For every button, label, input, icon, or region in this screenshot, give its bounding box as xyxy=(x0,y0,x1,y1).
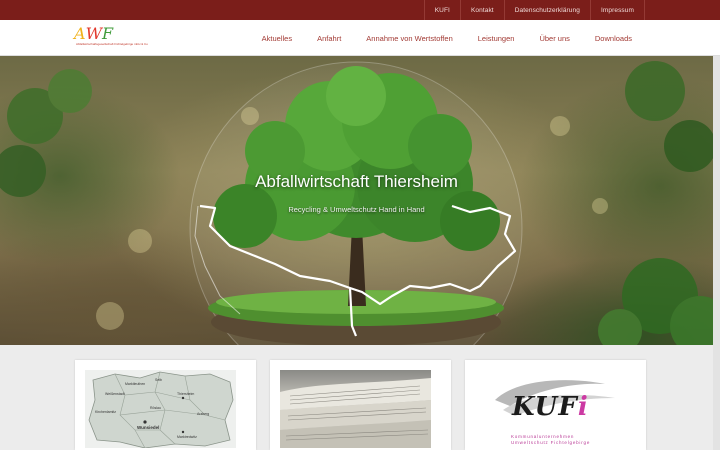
utility-link-label: Impressum xyxy=(600,6,634,14)
utility-link-label: Datenschutzerklärung xyxy=(514,6,580,14)
main-nav: Aktuelles Anfahrt Annahme von Wertstoffe… xyxy=(262,20,632,56)
kufi-card[interactable]: KUFi Kommunalunternehmen Umweltschutz Fi… xyxy=(465,360,646,450)
map-label: Kirchenlamitz xyxy=(95,410,117,414)
utility-link-datenschutz[interactable]: Datenschutzerklärung xyxy=(505,0,591,20)
hero-image xyxy=(0,61,713,345)
region-map-image[interactable]: Weißenstadt Selb Marktleuthen Thiersheim… xyxy=(85,370,236,448)
kufi-letter-i: i xyxy=(577,392,589,422)
map-label: Thiersheim xyxy=(177,392,195,396)
kufi-logo[interactable]: KUFi Kommunalunternehmen Umweltschutz Fi… xyxy=(475,370,626,448)
nav-item-ueber-uns[interactable]: Über uns xyxy=(539,34,569,43)
map-label: Marktleuthen xyxy=(125,382,146,386)
hero-banner: Abfallwirtschaft Thiersheim Recycling & … xyxy=(0,56,713,345)
news-card[interactable] xyxy=(270,360,451,450)
kufi-line-2: Umweltschutz Fichtelgebirge xyxy=(511,440,591,445)
utility-links: KUFI Kontakt Datenschutzerklärung Impres… xyxy=(423,0,645,20)
logo-letter-w: W xyxy=(85,24,103,43)
utility-link-kontakt[interactable]: Kontakt xyxy=(461,0,505,20)
nav-item-annahme[interactable]: Annahme von Wertstoffen xyxy=(366,34,452,43)
kufi-letters: KUF xyxy=(512,392,578,422)
hero-title: Abfallwirtschaft Thiersheim xyxy=(255,172,458,191)
nav-item-leistungen[interactable]: Leistungen xyxy=(478,34,515,43)
nav-item-aktuelles[interactable]: Aktuelles xyxy=(262,34,292,43)
map-label: Selb xyxy=(155,378,163,382)
awf-logo[interactable]: A W F Abfallwirtschaftsgesellschaft Fich… xyxy=(74,23,148,53)
utility-link-label: Kontakt xyxy=(470,6,494,14)
logo-letter-f: F xyxy=(102,24,114,43)
right-gutter xyxy=(713,56,720,450)
utility-link-kufi[interactable]: KUFI xyxy=(425,0,461,20)
kufi-line-1: Kommunalunternehmen xyxy=(511,434,575,439)
newspaper-image[interactable] xyxy=(280,370,431,448)
map-label: Arzberg xyxy=(197,412,210,416)
utility-link-label: KUFI xyxy=(434,6,450,14)
logo-tagline: Abfallwirtschaftsgesellschaft Fichtelgeb… xyxy=(76,42,148,46)
map-label: Wunsiedel xyxy=(137,425,160,430)
logo-letter-a: A xyxy=(74,24,86,43)
map-label: Marktredwitz xyxy=(177,435,197,439)
hero-subtitle: Recycling & Umweltschutz Hand in Hand xyxy=(288,205,425,214)
kufi-wordmark: KUFi xyxy=(512,392,589,422)
map-card[interactable]: Weißenstadt Selb Marktleuthen Thiersheim… xyxy=(75,360,256,450)
utility-link-impressum[interactable]: Impressum xyxy=(591,0,645,20)
newspaper-graphic xyxy=(280,378,431,448)
map-label: Weißenstadt xyxy=(105,392,125,396)
nav-item-anfahrt[interactable]: Anfahrt xyxy=(317,34,341,43)
site-header: A W F Abfallwirtschaftsgesellschaft Fich… xyxy=(0,20,720,56)
map-label: Röslau xyxy=(150,406,161,410)
logo-mark: A W F xyxy=(74,23,120,42)
top-utility-bar: KUFI Kontakt Datenschutzerklärung Impres… xyxy=(0,0,720,20)
nav-item-downloads[interactable]: Downloads xyxy=(595,34,632,43)
